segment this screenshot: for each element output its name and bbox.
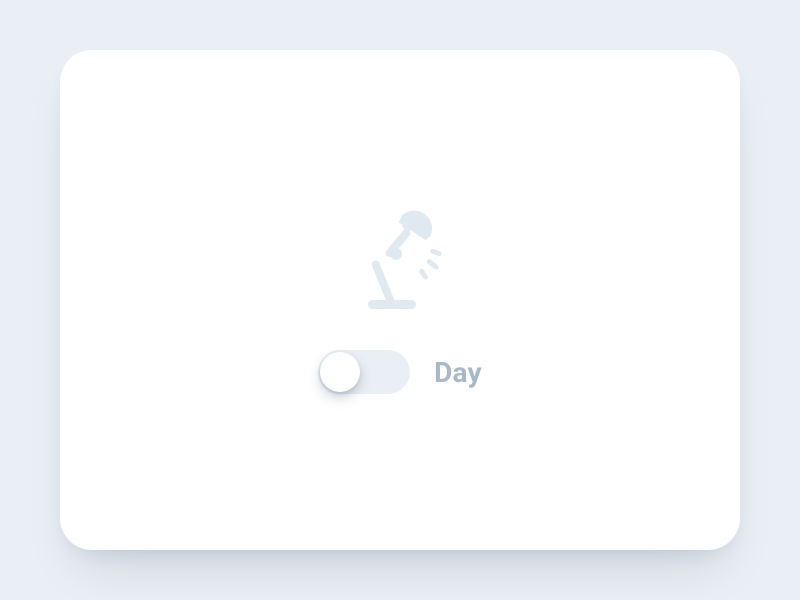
theme-card: Day — [60, 50, 740, 550]
theme-toggle[interactable] — [318, 350, 410, 394]
theme-toggle-row: Day — [318, 350, 482, 394]
desk-lamp-icon — [340, 206, 460, 316]
toggle-knob — [320, 352, 360, 392]
theme-toggle-label: Day — [434, 356, 482, 389]
